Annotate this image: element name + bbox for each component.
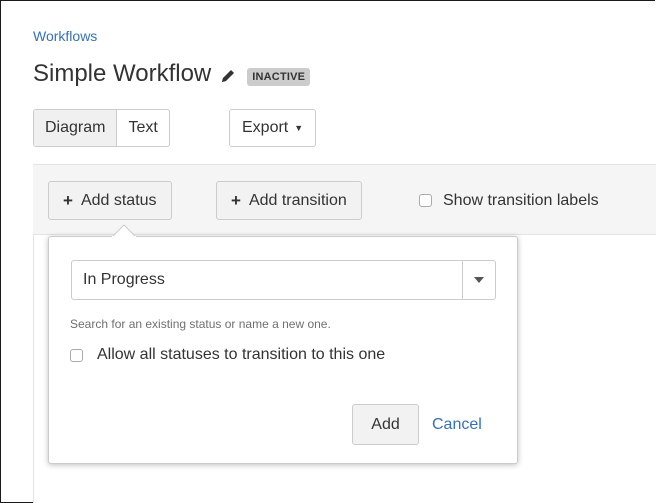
add-button[interactable]: Add [352,404,419,445]
add-transition-label: Add transition [248,191,347,209]
export-label: Export [242,119,289,136]
breadcrumb-workflows[interactable]: Workflows [33,28,97,44]
status-badge: INACTIVE [247,67,311,86]
status-hint: Search for an existing status or name a … [70,317,331,331]
add-status-label: Add status [80,191,157,209]
chevron-down-icon: ▼ [294,123,304,133]
tab-text[interactable]: Text [117,110,169,146]
plus-icon: + [231,190,241,210]
title-row: Simple Workflow INACTIVE [33,58,311,90]
chevron-down-icon [474,277,484,283]
tab-diagram[interactable]: Diagram [34,110,118,146]
pencil-icon[interactable] [219,67,237,85]
view-toggle: Diagram Text [33,109,170,147]
add-transition-button[interactable]: + Add transition [216,181,362,220]
plus-icon: + [63,190,73,210]
add-status-dialog: Search for an existing status or name a … [48,236,518,464]
allow-all-label: Allow all statuses to transition to this… [97,346,386,363]
status-combobox[interactable] [71,260,496,300]
status-dropdown-trigger[interactable] [462,261,495,299]
status-input[interactable] [72,260,462,300]
page-title: Simple Workflow [33,60,212,87]
show-transition-labels-toggle[interactable]: Show transition labels [419,181,599,220]
show-labels-checkbox[interactable] [419,194,432,207]
show-labels-label: Show transition labels [443,191,599,209]
export-button[interactable]: Export ▼ [229,109,317,147]
allow-all-checkbox[interactable] [70,348,83,362]
add-status-button[interactable]: + Add status [48,181,172,220]
cancel-link[interactable]: Cancel [432,404,482,445]
allow-all-toggle[interactable]: Allow all statuses to transition to this… [70,344,385,366]
